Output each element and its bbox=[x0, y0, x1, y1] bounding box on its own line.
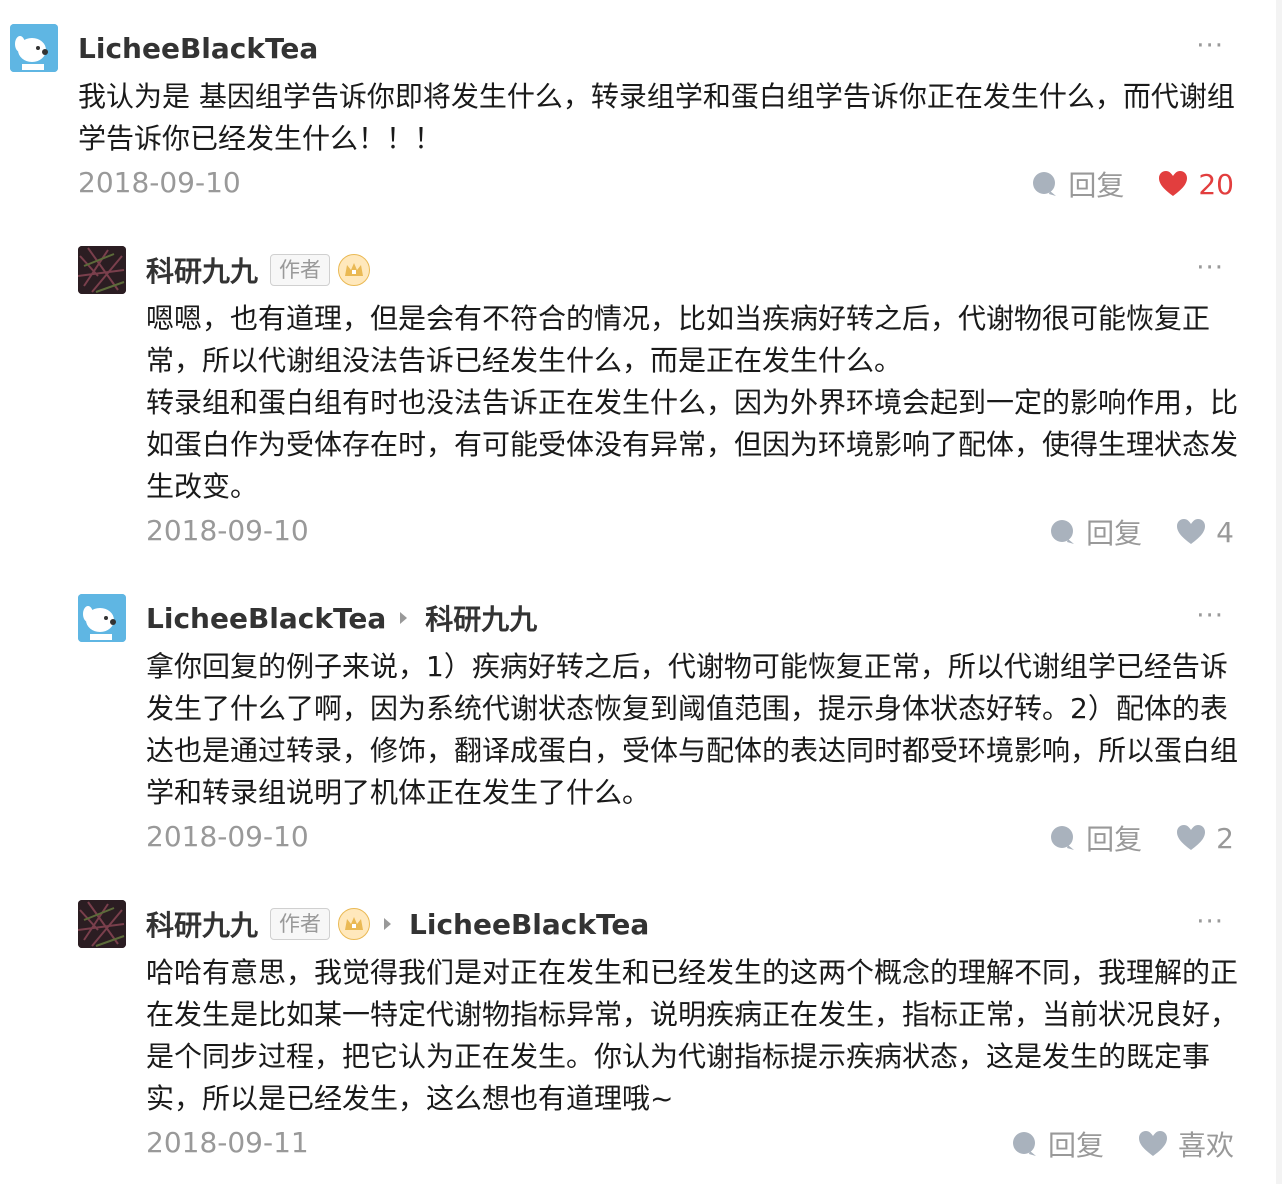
reply-to-arrow-icon bbox=[384, 918, 392, 930]
dog-avatar-icon bbox=[78, 594, 126, 642]
heart-icon bbox=[1177, 825, 1206, 850]
comment-bubble-icon bbox=[1051, 520, 1075, 544]
author-name[interactable]: LicheeBlackTea bbox=[78, 32, 318, 65]
reply-button[interactable]: 回复 bbox=[1048, 818, 1142, 858]
user-avatar[interactable] bbox=[78, 900, 126, 948]
comment-actions: 回复 2 bbox=[1014, 818, 1234, 858]
heart-icon bbox=[1138, 1131, 1167, 1156]
like-button[interactable]: 2 bbox=[1176, 822, 1234, 855]
author-tag: 作者 bbox=[270, 908, 331, 940]
comment-actions: 回复 4 bbox=[1014, 512, 1234, 552]
like-button[interactable]: 20 bbox=[1158, 168, 1234, 201]
reply-button[interactable]: 回复 bbox=[1030, 164, 1124, 204]
comment-text: 哈哈有意思，我觉得我们是对正在发生和已经发生的这两个概念的理解不同，我理解的正在… bbox=[146, 956, 1239, 1115]
reply-to-name[interactable]: 科研九九 bbox=[425, 598, 537, 638]
author-name[interactable]: 科研九九 bbox=[146, 904, 258, 944]
comment-header: 科研九九 作者 bbox=[146, 246, 371, 294]
user-avatar[interactable] bbox=[10, 24, 58, 72]
comment-text: 拿你回复的例子来说，1）疾病好转之后，代谢物可能恢复正常，所以代谢组学已经告诉发… bbox=[146, 650, 1239, 809]
scrollbar[interactable] bbox=[1276, 0, 1282, 1184]
comment-bubble-icon bbox=[1033, 172, 1057, 196]
author-name[interactable]: LicheeBlackTea bbox=[146, 602, 386, 635]
user-avatar[interactable] bbox=[78, 594, 126, 642]
more-options-button[interactable]: ··· bbox=[1196, 33, 1224, 59]
reply-button[interactable]: 回复 bbox=[1048, 512, 1142, 552]
comment-header: LicheeBlackTea bbox=[78, 24, 318, 72]
like-button[interactable]: 喜欢 bbox=[1138, 1124, 1234, 1164]
reply-to-name[interactable]: LicheeBlackTea bbox=[409, 908, 649, 941]
dark-texture-avatar bbox=[78, 900, 126, 948]
comment-date: 2018-09-11 bbox=[146, 1126, 309, 1159]
comment-date: 2018-09-10 bbox=[78, 166, 241, 199]
comment-date: 2018-09-10 bbox=[146, 514, 309, 547]
more-options-button[interactable]: ··· bbox=[1196, 909, 1224, 935]
more-options-button[interactable]: ··· bbox=[1196, 603, 1224, 629]
user-avatar[interactable] bbox=[78, 246, 126, 294]
dark-texture-avatar bbox=[78, 246, 126, 294]
comment-bubble-icon bbox=[1051, 826, 1075, 850]
dog-avatar-icon bbox=[10, 24, 58, 72]
reply-to-arrow-icon bbox=[400, 612, 408, 624]
comment-actions: 回复 20 bbox=[996, 164, 1234, 204]
author-tag: 作者 bbox=[270, 254, 331, 286]
like-button[interactable]: 4 bbox=[1176, 516, 1234, 549]
more-options-button[interactable]: ··· bbox=[1196, 255, 1224, 281]
reply-button[interactable]: 回复 bbox=[1010, 1124, 1104, 1164]
comment-bubble-icon bbox=[1012, 1132, 1036, 1156]
comment-header: LicheeBlackTea 科研九九 bbox=[146, 594, 537, 642]
comment-header: 科研九九 作者 LicheeBlackTea bbox=[146, 900, 649, 948]
heart-icon bbox=[1159, 171, 1188, 196]
comment-text: 我认为是 基因组学告诉你即将发生什么，转录组学和蛋白组学告诉你正在发生什么，而代… bbox=[78, 80, 1235, 155]
comment-text: 嗯嗯，也有道理，但是会有不符合的情况，比如当疾病好转之后，代谢物很可能恢复正常，… bbox=[146, 302, 1239, 503]
crown-badge-icon bbox=[338, 908, 371, 940]
heart-icon bbox=[1177, 519, 1206, 544]
author-name[interactable]: 科研九九 bbox=[146, 250, 258, 290]
comment-actions: 回复 喜欢 bbox=[976, 1124, 1234, 1164]
crown-badge-icon bbox=[338, 254, 371, 286]
comment-date: 2018-09-10 bbox=[146, 820, 309, 853]
